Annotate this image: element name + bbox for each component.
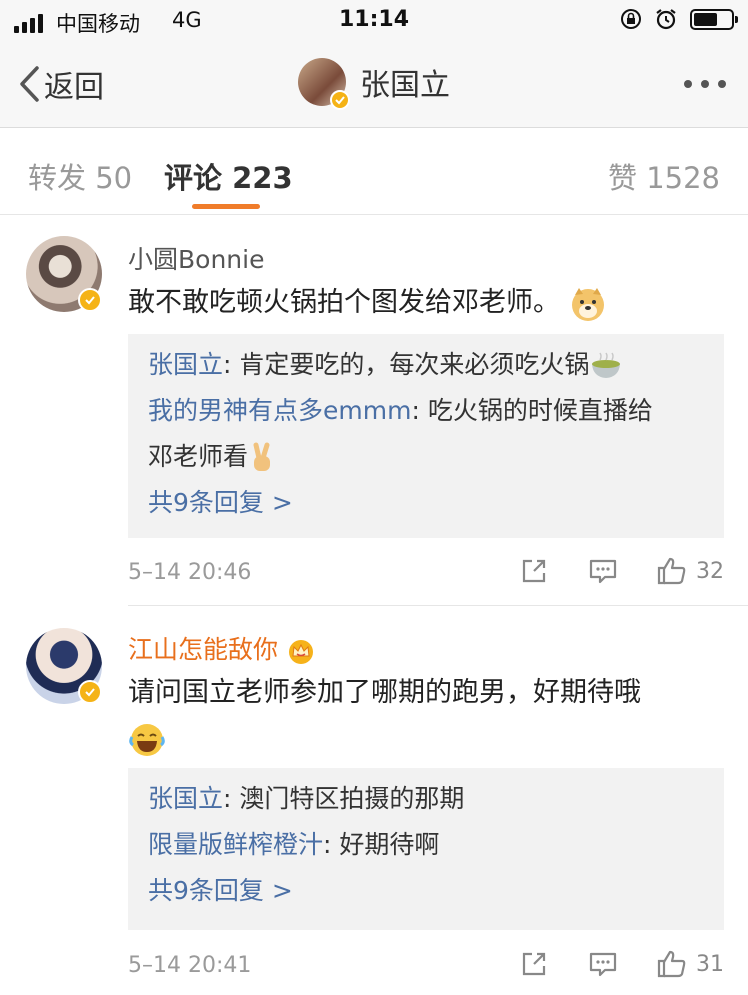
reply-box: 张国立: 澳门特区拍摄的那期 限量版鲜榨橙汁: 好期待啊 共9条回复 > [128,768,724,930]
reply-text: 吃火锅的时候直播给 [427,396,653,425]
back-button[interactable]: 返回 [18,62,104,106]
share-button[interactable] [520,557,548,585]
verified-badge-icon [330,90,350,110]
more-replies-link[interactable]: 共9条回复 > [148,480,704,526]
reply-text: 澳门特区拍摄的那期 [239,784,465,813]
comment-body: 请问国立老师参加了哪期的跑男，好期待哦 [128,677,641,708]
share-icon [522,952,546,976]
tab-label: 转发 [28,161,87,195]
comment-actions: 32 [520,556,724,586]
tab-label: 评论 [164,161,223,195]
avatar[interactable] [26,628,102,704]
victory-hand-emoji-icon [253,442,271,471]
nav-bar: 返回 张国立 [0,44,748,128]
doge-emoji-icon [571,287,604,321]
status-bar: 中国移动 4G 11:14 [0,0,748,44]
hotpot-emoji-icon [592,352,621,378]
comment-timestamp: 5–14 20:46 [128,560,252,585]
thumbs-up-icon [657,950,686,978]
reply-username[interactable]: 张国立 [148,784,223,813]
reply-item: 限量版鲜榨橙汁: 好期待啊 [148,830,440,859]
comment-text: 敢不敢吃顿火锅拍个图发给邓老师。 [128,280,718,326]
reply-text: 肯定要吃的，每次来必须吃火锅 [239,350,590,379]
laugh-cry-emoji-icon [129,723,165,756]
like-button[interactable]: 32 [656,556,724,586]
tab-likes[interactable]: 赞 1528 [608,155,720,197]
reply-username[interactable]: 张国立 [148,350,223,379]
comment-timestamp: 5–14 20:41 [128,953,252,978]
comment-body: 敢不敢吃顿火锅拍个图发给邓老师。 [128,287,560,318]
divider [128,605,748,606]
nav-profile[interactable]: 张国立 [298,58,450,110]
verified-badge-icon [78,288,102,312]
tab-bar: 转发 50 评论 223 赞 1528 [0,129,748,215]
reply-text: 邓老师看 [148,442,249,471]
rotation-lock-icon [621,9,641,29]
tab-reposts[interactable]: 转发 50 [28,155,132,197]
comment-username[interactable]: 江山怎能敌你 [128,630,316,666]
avatar [298,58,350,110]
reply-username[interactable]: 限量版鲜榨橙汁 [148,830,323,859]
alarm-icon [656,9,676,30]
tab-count: 1528 [646,161,720,195]
username-text: 江山怎能敌你 [128,635,279,664]
chevron-left-icon [20,66,39,102]
tab-count: 50 [95,161,133,195]
crown-badge-icon [288,640,313,664]
tab-label: 赞 [607,161,637,195]
status-icons [620,8,738,30]
like-button[interactable]: 31 [656,949,724,979]
comment-icon [589,559,617,584]
comment-actions: 31 [520,949,724,979]
tab-count: 223 [232,161,293,195]
reply-item: 张国立: 肯定要吃的，每次来必须吃火锅 [148,342,704,388]
like-count: 31 [696,951,724,977]
more-replies-link[interactable]: 共9条回复 > [148,868,704,914]
reply-button[interactable] [588,950,618,978]
reply-username[interactable]: 我的男神有点多emmm [148,396,411,425]
battery-level [694,12,718,26]
reply-box: 张国立: 肯定要吃的，每次来必须吃火锅 我的男神有点多emmm: 吃火锅的时候直… [128,334,724,538]
verified-badge-icon [78,680,102,704]
reply-item: 张国立: 澳门特区拍摄的那期 [148,784,465,813]
active-tab-indicator [192,204,260,209]
share-button[interactable] [520,950,548,978]
reply-text: 好期待啊 [339,830,440,859]
share-icon [522,559,546,583]
reply-button[interactable] [588,557,618,585]
comment-icon [589,952,617,977]
reply-item: 我的男神有点多emmm: 吃火锅的时候直播给 邓老师看 [148,388,704,480]
comment-text: 请问国立老师参加了哪期的跑男，好期待哦 [128,670,718,762]
more-options-button[interactable] [684,80,726,88]
tab-comments[interactable]: 评论 223 [164,155,293,197]
like-count: 32 [696,558,724,584]
comment-username[interactable]: 小圆Bonnie [128,240,264,276]
avatar[interactable] [26,236,102,312]
thumbs-up-icon [657,557,686,585]
page-title: 张国立 [360,68,450,103]
battery-icon [690,8,738,30]
back-label: 返回 [44,70,104,105]
